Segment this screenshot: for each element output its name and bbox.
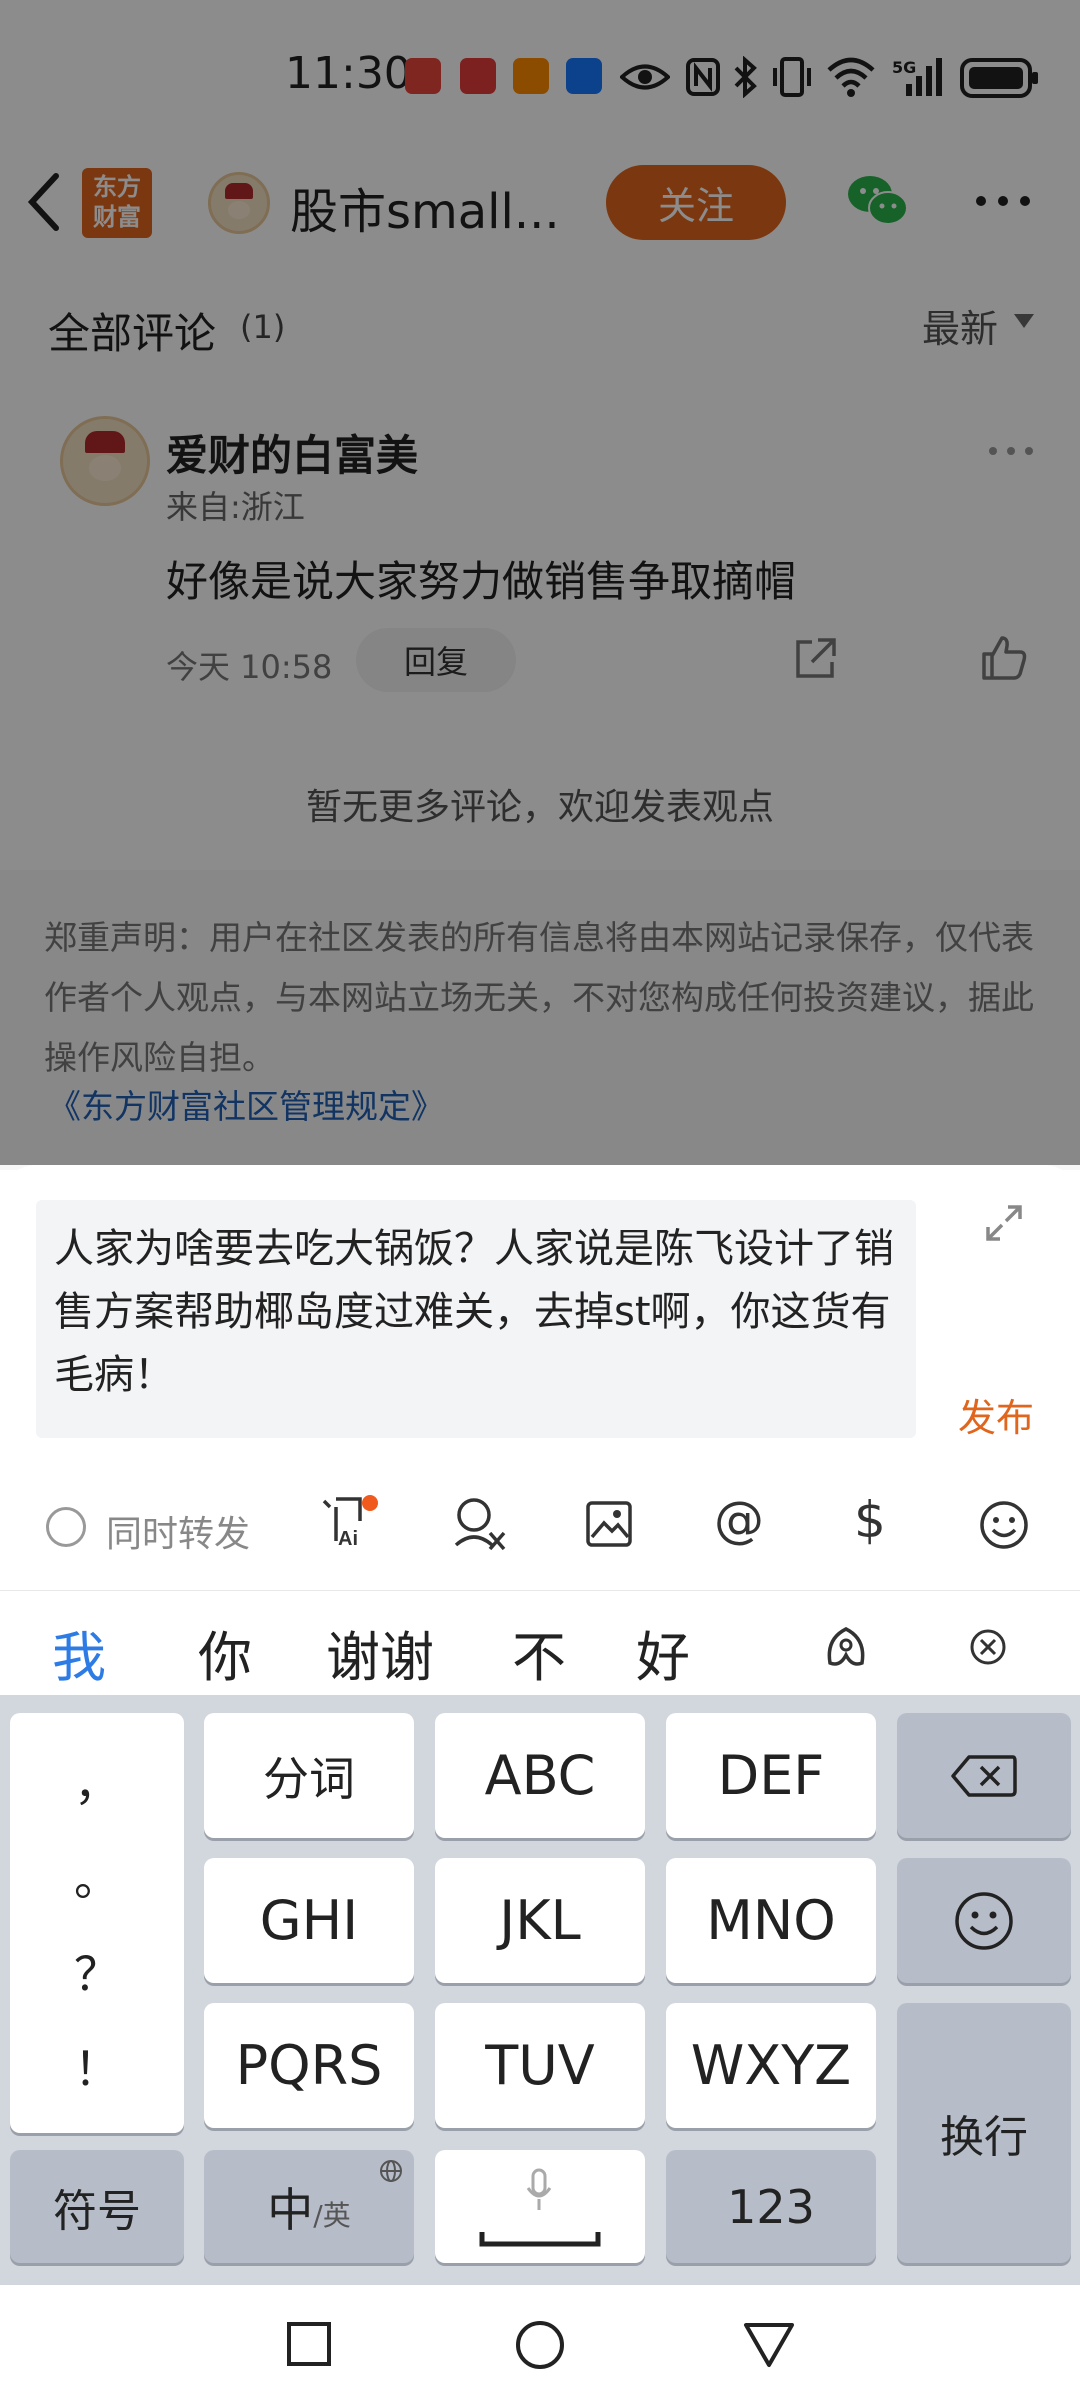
punct-key[interactable]: ，: [74, 1748, 120, 1814]
enter-key[interactable]: 换行: [897, 2003, 1071, 2263]
close-candidates-icon[interactable]: [968, 1627, 1008, 1667]
punct-key[interactable]: 。: [74, 1843, 120, 1909]
dollar-icon[interactable]: $: [854, 1491, 886, 1549]
comment-input-text[interactable]: 人家为啥要去吃大锅饭？人家说是陈飞设计了销售方案帮助椰岛度过难关，去掉st啊，你…: [54, 1218, 904, 1407]
back-icon[interactable]: [742, 2321, 796, 2369]
publish-button[interactable]: 发布: [958, 1387, 1034, 1442]
lang-main: 中: [267, 2182, 314, 2237]
punct-key[interactable]: ？: [74, 1938, 120, 2004]
repost-checkbox[interactable]: [46, 1507, 86, 1547]
punct-key[interactable]: ！: [74, 2033, 120, 2099]
lang-sub: /英: [313, 2198, 351, 2232]
key-tuv[interactable]: TUV: [435, 2003, 645, 2128]
ime-keyboard: ， 。 ？ ！ 分词 ABC DEF GHI JKL MNO PQRS TUV …: [0, 1695, 1080, 2285]
candidate-word[interactable]: 你: [198, 1613, 252, 1692]
expand-icon[interactable]: [984, 1203, 1024, 1243]
key-wxyz[interactable]: WXYZ: [666, 2003, 876, 2128]
key-abc[interactable]: ABC: [435, 1713, 645, 1838]
space-bar-icon: [479, 2232, 601, 2247]
ime-candidate-bar: 我 你 谢谢 不 好: [0, 1590, 1080, 1696]
key-pqrs[interactable]: PQRS: [204, 2003, 414, 2128]
backspace-icon: [951, 1754, 1017, 1797]
system-navigation-bar: [0, 2285, 1080, 2400]
symbols-key[interactable]: 符号: [10, 2150, 184, 2263]
image-icon[interactable]: [584, 1499, 634, 1549]
key-mno[interactable]: MNO: [666, 1858, 876, 1983]
punctuation-column[interactable]: ， 。 ？ ！: [10, 1713, 184, 2133]
emoji-icon[interactable]: [978, 1499, 1030, 1551]
background-page: 11:30 5G 东方 财富 股市small... 关注 全部评论 (1) 最新…: [0, 0, 1080, 1170]
candidate-word[interactable]: 好: [636, 1613, 690, 1692]
recents-icon[interactable]: [286, 2321, 332, 2367]
comment-input[interactable]: 人家为啥要去吃大锅饭？人家说是陈飞设计了销售方案帮助椰岛度过难关，去掉st啊，你…: [36, 1200, 916, 1438]
key-segment[interactable]: 分词: [204, 1713, 414, 1838]
space-key[interactable]: [435, 2150, 645, 2263]
emoji-icon: [955, 1891, 1013, 1950]
svg-text:Ai: Ai: [338, 1528, 358, 1550]
keyboard-assistant-icon[interactable]: [822, 1625, 870, 1669]
globe-icon: [380, 2160, 402, 2182]
candidate-word[interactable]: 不: [512, 1613, 566, 1692]
key-ghi[interactable]: GHI: [204, 1858, 414, 1983]
key-jkl[interactable]: JKL: [435, 1858, 645, 1983]
stock-search-icon[interactable]: [452, 1495, 508, 1553]
microphone-icon: [526, 2168, 552, 2210]
emoji-key[interactable]: [897, 1858, 1071, 1983]
comment-composer: 人家为啥要去吃大锅饭？人家说是陈飞设计了销售方案帮助椰岛度过难关，去掉st啊，你…: [0, 1165, 1080, 1590]
repost-label[interactable]: 同时转发: [106, 1505, 250, 1557]
backspace-key[interactable]: [897, 1713, 1071, 1838]
language-switch-key[interactable]: 中 /英: [204, 2150, 414, 2263]
ask-ai-icon[interactable]: Ai: [318, 1493, 378, 1555]
mention-icon[interactable]: @: [714, 1491, 764, 1549]
numbers-key[interactable]: 123: [666, 2150, 876, 2263]
dim-overlay[interactable]: [0, 0, 1080, 1165]
key-def[interactable]: DEF: [666, 1713, 876, 1838]
candidate-word[interactable]: 谢谢: [326, 1613, 434, 1692]
candidate-word[interactable]: 我: [52, 1613, 106, 1692]
home-icon[interactable]: [514, 2319, 566, 2371]
